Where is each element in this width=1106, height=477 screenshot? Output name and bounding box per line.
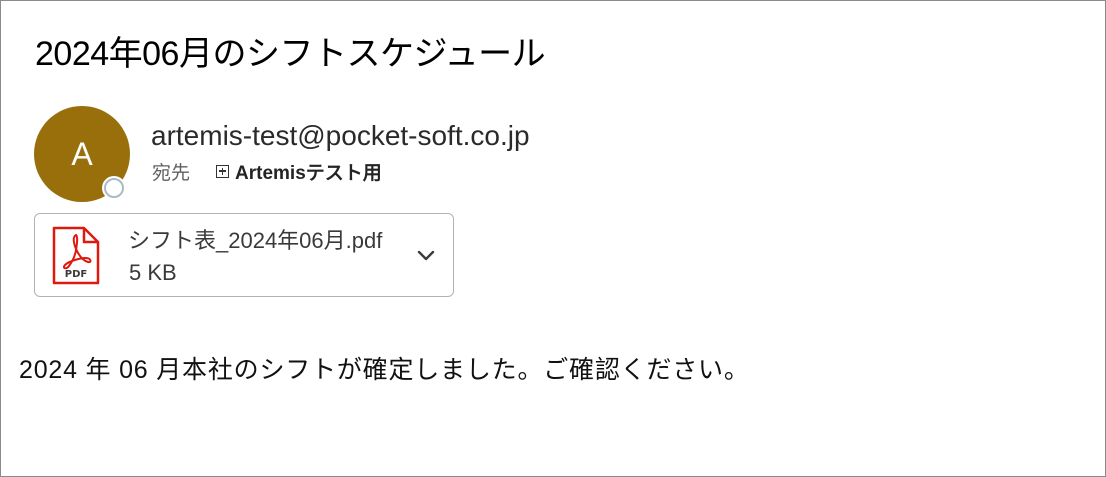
pdf-icon: PDF — [52, 226, 100, 285]
presence-status-icon — [102, 176, 126, 200]
email-subject: 2024年06月のシフトスケジュール — [35, 35, 546, 73]
attachment-card[interactable]: PDF シフト表_2024年06月.pdf 5 KB — [34, 213, 454, 297]
email-body: 2024 年 06 月本社のシフトが確定しました。ご確認ください。 — [19, 356, 750, 384]
avatar-initial: A — [71, 135, 93, 172]
plus-box-icon[interactable] — [216, 164, 230, 178]
presence-ring — [104, 178, 124, 198]
attachment-file-name: シフト表_2024年06月.pdf — [128, 228, 383, 253]
recipient-name[interactable]: Artemisテスト用 — [235, 158, 382, 185]
pdf-icon-label: PDF — [65, 269, 87, 280]
recipient-row: 宛先 Artemisテスト用 — [152, 158, 382, 184]
sender-address[interactable]: artemis-test@pocket-soft.co.jp — [151, 117, 530, 155]
to-label: 宛先 — [152, 162, 191, 184]
attachment-file-size: 5 KB — [129, 260, 177, 285]
chevron-down-icon[interactable] — [415, 244, 437, 266]
email-reading-pane: 2024年06月のシフトスケジュール A artemis-test@pocket… — [0, 0, 1106, 477]
